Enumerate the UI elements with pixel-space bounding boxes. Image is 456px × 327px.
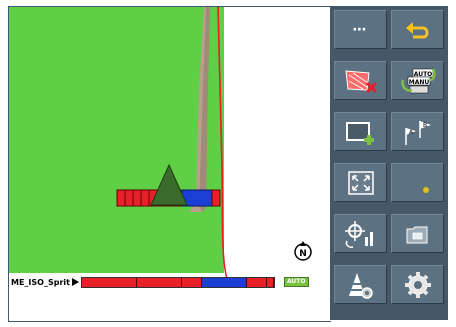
- north-compass-icon[interactable]: N: [291, 239, 315, 263]
- back-button[interactable]: [391, 10, 444, 49]
- ab-line-button[interactable]: A B: [391, 112, 444, 151]
- ab-flags-icon: A B: [404, 120, 431, 145]
- delete-field-button[interactable]: [334, 61, 387, 100]
- warning-button[interactable]: [391, 163, 444, 202]
- zoom-extents-icon: [347, 170, 374, 195]
- gps-chart-icon: [344, 220, 373, 248]
- svg-text:B: B: [423, 122, 427, 129]
- field-delete-icon: [344, 69, 377, 93]
- implement-status-bar: ME_ISO_Sprit AUTO: [11, 275, 331, 289]
- play-arrow-icon: [71, 278, 79, 286]
- section-segment: [81, 277, 137, 287]
- section-bar: [80, 276, 275, 288]
- zoom-extents-button[interactable]: [334, 163, 387, 202]
- section-segment: [201, 277, 247, 287]
- add-boundary-button[interactable]: [334, 112, 387, 151]
- section-segment: [136, 277, 182, 287]
- tractor-icon: [150, 163, 188, 206]
- map-overlay: [116, 7, 331, 282]
- svg-text:N: N: [299, 249, 307, 259]
- implement-name: ME_ISO_Sprit: [11, 277, 70, 287]
- section-segment: [266, 277, 274, 287]
- settings-button[interactable]: [391, 265, 444, 304]
- cone-gear-icon: [348, 272, 373, 299]
- gear-icon: [404, 271, 431, 298]
- field-map[interactable]: N ME_ISO_Sprit AUTO: [8, 6, 331, 322]
- return-arrow-icon: [405, 21, 429, 38]
- tool-settings-button[interactable]: [334, 265, 387, 304]
- warning-dot-icon: [422, 186, 429, 193]
- side-toolbar: ⋯ AUTO MANU A B: [330, 6, 448, 320]
- section-segment: [246, 277, 267, 287]
- menu-button[interactable]: ⋯: [334, 10, 387, 49]
- boundary-add-icon: [345, 121, 374, 145]
- svg-text:A: A: [409, 129, 414, 136]
- svg-text:MANU: MANU: [408, 79, 429, 86]
- auto-manual-icon: AUTO MANU: [400, 67, 436, 93]
- section-segment: [181, 277, 202, 287]
- app-screen: N ME_ISO_Sprit AUTO ⋯ AUTO MANU A B: [0, 0, 456, 327]
- gps-stats-button[interactable]: [334, 214, 387, 253]
- auto-badge[interactable]: AUTO: [283, 277, 309, 287]
- folder-button[interactable]: [391, 214, 444, 253]
- folder-icon: [406, 226, 427, 243]
- bottom-band: [9, 291, 331, 321]
- more-icon: ⋯: [352, 21, 369, 38]
- auto-manual-button[interactable]: AUTO MANU: [391, 61, 444, 100]
